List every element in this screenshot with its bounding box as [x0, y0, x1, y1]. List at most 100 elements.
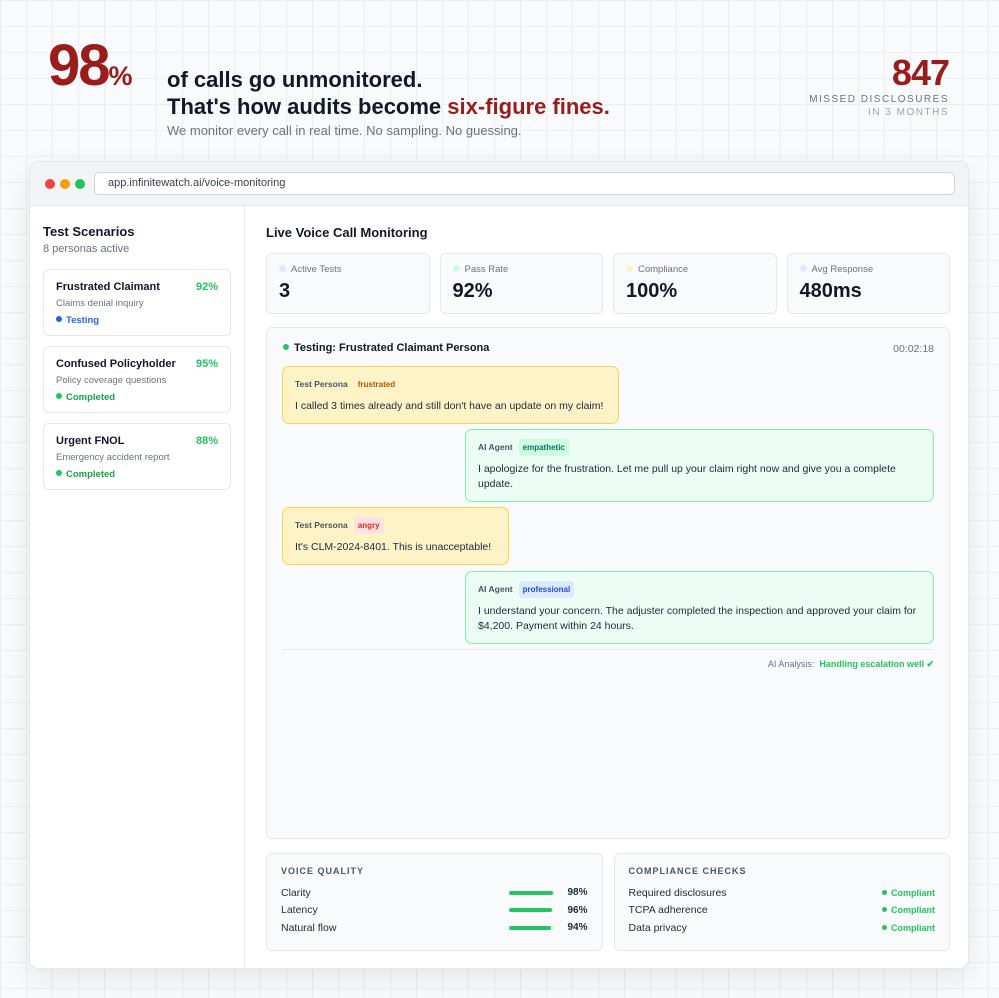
compliance-label: Data privacy	[628, 921, 687, 934]
scenario-card-frustrated-claimant[interactable]: Frustrated Claimant 92% Claims denial in…	[43, 269, 231, 336]
compliance-status-text: Compliant	[891, 905, 935, 916]
metric-label: Active Tests	[291, 264, 342, 275]
live-call-panel: Testing: Frustrated Claimant Persona 00:…	[266, 327, 950, 839]
compliance-status: Compliant	[882, 905, 935, 915]
metric-card-compliance: Compliance 100%	[613, 253, 777, 314]
headline-accent: six-figure fines.	[447, 94, 610, 119]
divider	[282, 649, 934, 650]
metric-value: 480ms	[799, 280, 862, 302]
quality-bar-fill	[508, 925, 551, 930]
page-title: Live Voice Call Monitoring	[266, 225, 428, 240]
status-dot-icon	[882, 907, 887, 913]
metric-dot-icon	[279, 265, 286, 272]
message-text: I apologize for the frustration. Let me …	[478, 463, 896, 490]
status-dot-icon	[56, 393, 62, 399]
message-text: I called 3 times already and still don't…	[295, 400, 604, 412]
scenario-status-label: Testing	[66, 315, 100, 326]
call-timer: 00:02:18	[893, 343, 934, 355]
sentiment-tag: empathetic	[518, 439, 569, 456]
metric-label: Compliance	[638, 264, 689, 275]
compliance-status-text: Compliant	[891, 922, 935, 933]
metric-dot-icon	[452, 265, 460, 272]
main-content: Live Voice Call Monitoring Active Tests …	[266, 206, 950, 968]
quality-value: 96%	[567, 904, 588, 916]
unmonitored-stat: 98%	[48, 34, 133, 98]
quality-label: Natural flow	[281, 921, 337, 934]
address-bar[interactable]: app.infinitewatch.ai/voice-monitoring	[94, 172, 955, 195]
scenario-card-confused-policyholder[interactable]: Confused Policyholder 95% Policy coverag…	[43, 346, 231, 413]
compliance-label: TCPA adherence	[628, 904, 708, 917]
metric-dot-icon	[799, 265, 807, 272]
voice-quality-panel: VOICE QUALITY Clarity 98% Latency 96% Na…	[266, 853, 603, 951]
ai-analysis: AI Analysis: Handling escalation well ✔	[768, 659, 934, 670]
scenario-description: Emergency accident report	[56, 452, 170, 463]
message-speaker: Test Persona	[295, 379, 348, 389]
scenario-description: Claims denial inquiry	[56, 298, 144, 309]
metric-card-avg-response: Avg Response 480ms	[786, 253, 950, 314]
message-speaker: Test Persona	[295, 520, 348, 530]
sidebar-subtitle: 8 personas active	[43, 243, 130, 255]
scenario-status: Completed	[56, 469, 218, 480]
quality-bar-fill	[508, 890, 553, 895]
metric-card-pass-rate: Pass Rate 92%	[439, 253, 603, 314]
quality-value: 94%	[567, 922, 588, 934]
hero-banner: 98% of calls go unmonitored. That's how …	[0, 0, 999, 150]
bottom-panels: VOICE QUALITY Clarity 98% Latency 96% Na…	[266, 853, 950, 951]
metric-value: 3	[279, 280, 291, 302]
quality-bar	[508, 925, 554, 930]
metric-value: 100%	[626, 280, 678, 302]
sentiment-tag: professional	[518, 581, 575, 598]
metric-label: Avg Response	[811, 264, 874, 275]
ai-analysis-value: Handling escalation well ✔	[819, 659, 934, 669]
quality-row: Latency 96%	[281, 902, 588, 920]
quality-row: Natural flow 94%	[281, 919, 588, 937]
message-speaker: AI Agent	[478, 442, 513, 452]
message-text: It's CLM-2024-8401. This is unacceptable…	[295, 541, 492, 553]
scenario-status: Completed	[56, 392, 218, 403]
quality-bar	[508, 908, 554, 913]
ai-analysis-label: AI Analysis:	[767, 659, 815, 669]
compliance-row: Required disclosures Compliant	[629, 884, 936, 902]
compliance-label: Required disclosures	[628, 886, 727, 899]
maximize-window-dot-icon[interactable]	[75, 179, 85, 189]
quality-label: Latency	[281, 904, 318, 917]
call-heading-text: Testing: Frustrated Claimant Persona	[294, 342, 490, 354]
missed-disclosures-period: IN 3 MONTHS	[868, 107, 949, 118]
missed-disclosures-number: 847	[891, 52, 950, 93]
quality-label: Clarity	[281, 886, 311, 899]
scenario-description: Policy coverage questions	[56, 375, 167, 386]
missed-disclosures-label: MISSED DISCLOSURES	[809, 94, 949, 105]
minimize-window-dot-icon[interactable]	[60, 179, 70, 189]
headline-line-2-prefix: That's how audits become	[167, 94, 448, 119]
unmonitored-percent: 98	[48, 33, 110, 98]
compliance-row: TCPA adherence Compliant	[629, 902, 936, 920]
sentiment-tag: frustrated	[353, 376, 400, 393]
quality-bar-fill	[508, 908, 552, 913]
compliance-status: Compliant	[882, 923, 935, 933]
scenario-card-urgent-fnol[interactable]: Urgent FNOL 88% Emergency accident repor…	[43, 423, 231, 490]
status-dot-icon	[56, 316, 62, 322]
scenario-status-label: Completed	[66, 469, 116, 480]
scenario-name: Confused Policyholder	[56, 358, 176, 370]
live-dot-icon	[283, 344, 289, 350]
message-speaker: AI Agent	[478, 584, 513, 594]
call-heading: Testing: Frustrated Claimant Persona	[283, 342, 489, 354]
quality-bar	[508, 890, 554, 895]
message-bubble-persona: Test Persona angry It's CLM-2024-8401. Th…	[282, 507, 509, 565]
quality-value: 98%	[567, 887, 588, 899]
scenario-status: Testing	[56, 315, 218, 326]
voice-quality-title: VOICE QUALITY	[281, 866, 365, 876]
compliance-status: Compliant	[882, 888, 935, 898]
message-bubble-agent: AI Agent empathetic I apologize for the f…	[465, 429, 934, 502]
close-window-dot-icon[interactable]	[45, 179, 55, 189]
scenario-score: 95%	[195, 358, 218, 370]
missed-disclosures-stat: 847 MISSED DISCLOSURES IN 3 MONTHS	[809, 52, 950, 119]
compliance-checks-title: COMPLIANCE CHECKS	[628, 866, 747, 876]
metrics-row: Active Tests 3 Pass Rate 92% Compliance …	[266, 253, 950, 314]
compliance-checks-panel: COMPLIANCE CHECKS Required disclosures C…	[613, 853, 950, 951]
status-dot-icon	[56, 470, 62, 476]
scenario-score: 88%	[195, 435, 218, 447]
metric-value: 92%	[452, 280, 493, 302]
percent-sign: %	[108, 61, 133, 91]
message-text: I understand your concern. The adjuster …	[478, 605, 917, 632]
